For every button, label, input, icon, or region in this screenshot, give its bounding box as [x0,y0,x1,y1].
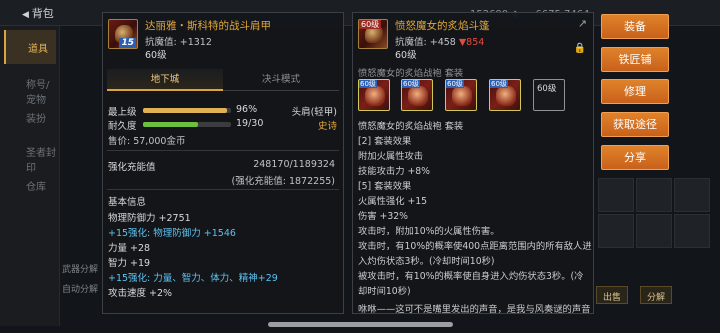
enhance-badge: 15 [119,38,136,48]
inventory-sidebar: 道具 称号/宠物 装扮 圣者封印 仓库 [0,26,60,326]
set-piece-tag: 60级 [446,80,464,88]
item-name: 愤怒魔女的炙焰斗篷 [395,20,490,32]
mode-tabs: 地下城 决斗模式 [107,69,339,91]
sidebar-item-avatar[interactable]: 装扮 [4,100,56,134]
item-level: 60级 [395,50,417,61]
set-line: [2] 套装效果 [358,136,412,147]
disassemble-button[interactable]: 分解 [640,286,673,304]
repair-button[interactable]: 修理 [601,79,669,104]
stat-line: +15强化: 物理防御力 +1546 [108,228,236,239]
set-piece-tag: 60级 [359,80,377,88]
cloak-icon: 60级 [358,19,388,49]
blacksmith-button[interactable]: 铁匠铺 [601,47,669,72]
grade-bar-fill [143,108,228,113]
inventory-slot[interactable] [674,178,710,212]
resist-line: 抗魔值: +1312 [145,34,212,48]
resist-value: +1312 [179,37,212,48]
set-line: 愤怒魔女的炙焰战袍 套装 [358,121,464,132]
sidebar-item-seal[interactable]: 圣者封印 [4,134,56,174]
share-out-icon[interactable]: ↗ [578,17,587,30]
bg-bottom-left-2[interactable]: 自动分解 [62,282,98,295]
set-line: 火属性强化 +15 [358,196,428,207]
inventory-slot[interactable] [598,178,634,212]
resist-value: +458 [429,37,456,48]
inventory-slot[interactable] [674,214,710,248]
set-line: 入灼伤状态3秒。(冷却时间10秒) [358,256,495,267]
set-line: 攻击时，有10%的概率使400点距离范围内的所有敌人进 [358,241,592,252]
obtain-route-button[interactable]: 获取途径 [601,112,669,137]
grade-percent: 96% [236,104,258,115]
item-tooltip-left: 15 达丽雅・斯科特的战斗肩甲 抗魔值: +1312 60级 地下城 决斗模式 … [102,12,344,314]
grade-bar [143,108,231,113]
set-line: 被攻击时，有10%的概率使自身进入灼伤状态3秒。(冷 [358,271,584,282]
durability-value: 19/30 [236,118,264,129]
item-name: 达丽雅・斯科特的战斗肩甲 [145,20,271,32]
set-line: 却时间10秒) [358,286,411,297]
set-piece-empty-icon[interactable]: 60级 [533,79,565,111]
resist-line: 抗魔值: +458 ▼854 [395,34,484,48]
stat-line: 力量 +28 [108,243,151,254]
sell-price: 售价: 57,000金币 [108,136,186,147]
equip-button[interactable]: 装备 [601,14,669,39]
durability-label: 耐久度 [108,121,137,132]
rarity: 史诗 [317,121,337,132]
set-line: 伤害 +32% [358,211,409,222]
icon-level-tag: 60级 [359,20,382,29]
sidebar-item-props[interactable]: 道具 [4,30,56,64]
share-button[interactable]: 分享 [601,145,669,170]
set-line: 攻击时，附加10%的火属性伤害。 [358,226,500,237]
stat-line: 攻击速度 +2% [108,288,173,299]
set-line: [5] 套装效果 [358,181,412,192]
enhance-label: 强化充能值 [108,162,156,173]
set-piece-icon[interactable]: 60级 [358,79,390,111]
slot-type: 头肩(轻甲) [291,107,337,118]
set-line: 技能攻击力 +8% [358,166,430,177]
enhance-total: (强化充能值: 1872255) [231,176,335,187]
sell-button[interactable]: 出售 [596,286,629,304]
stat-line: +15强化: 力量、智力、体力、精神+29 [108,273,278,284]
grade-label: 最上级 [108,107,137,118]
set-line: 附加火属性攻击 [358,151,424,162]
set-header: 愤怒魔女的炙焰战袍 套装 [358,68,464,79]
stat-line: 智力 +19 [108,258,151,269]
lock-icon[interactable]: 🔒 [574,43,586,54]
home-indicator[interactable] [268,322,453,327]
set-piece-icon[interactable]: 60级 [445,79,477,111]
sidebar-item-titles[interactable]: 称号/宠物 [4,66,56,106]
resist-delta: ▼854 [458,37,485,48]
divider [107,189,339,190]
set-piece-icon[interactable]: 60级 [489,79,521,111]
set-piece-icon[interactable]: 60级 [401,79,433,111]
set-piece-tag: 60级 [402,80,420,88]
inventory-slot[interactable] [636,178,672,212]
set-piece-tag: 60级 [537,84,557,94]
shoulder-armor-icon: 15 [108,19,138,49]
stat-line: 物理防御力 +2751 [108,213,191,224]
tab-pvp[interactable]: 决斗模式 [223,69,339,91]
inventory-slot[interactable] [598,214,634,248]
set-line: 咻咻——这可不是嘴里发出的声音，是我与风奏谜的声音 [358,304,591,314]
durability-bar-fill [143,122,199,127]
bg-bottom-left-1[interactable]: 武器分解 [62,262,98,275]
item-level: 60级 [145,50,167,61]
inventory-grid [596,176,720,281]
back-button[interactable]: 背包 [22,5,54,21]
basic-info-title: 基本信息 [108,197,147,208]
item-tooltip-right: 60级 愤怒魔女的炙焰斗篷 抗魔值: +458 ▼854 60级 ↗ 🔒 愤怒魔… [352,12,594,314]
enhance-value: 248170/1189324 [253,159,335,170]
divider [107,150,339,151]
inventory-slot[interactable] [636,214,672,248]
durability-bar [143,122,231,127]
set-piece-tag: 60级 [490,80,508,88]
tab-dungeon[interactable]: 地下城 [107,69,223,91]
sidebar-item-storage[interactable]: 仓库 [4,168,56,202]
